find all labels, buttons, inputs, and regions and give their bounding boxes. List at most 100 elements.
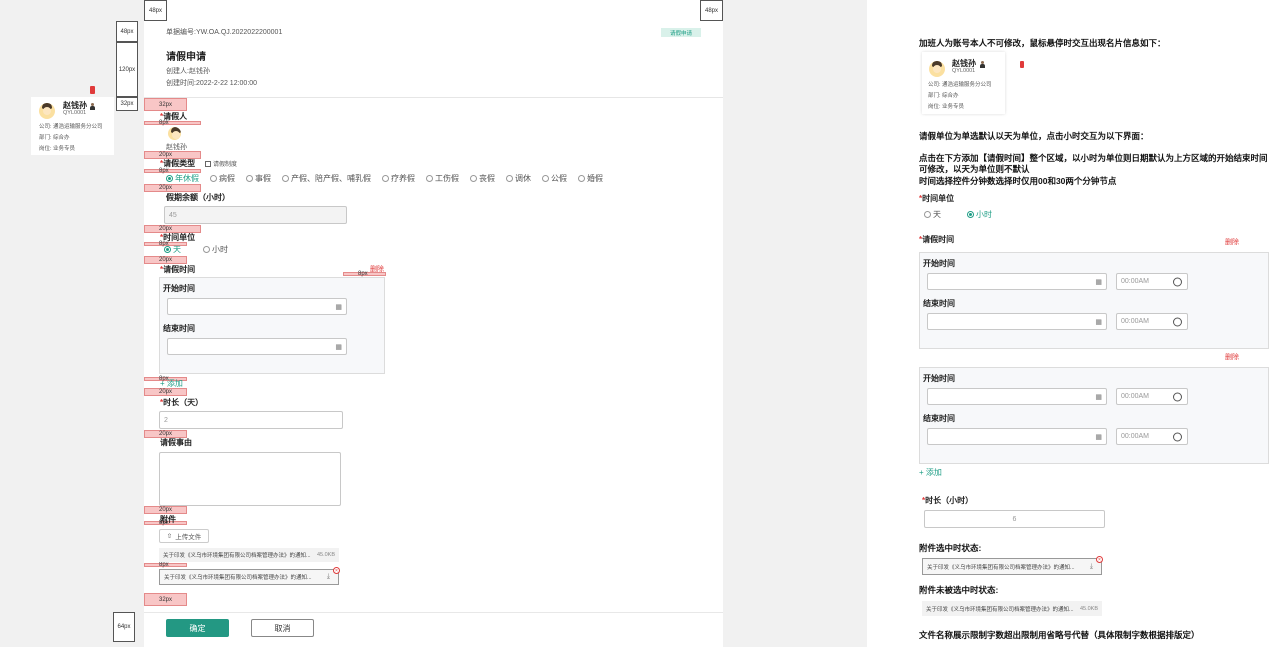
applicant-label: *请假人 — [160, 112, 188, 121]
time-value: 00:00AM — [1121, 278, 1150, 285]
start-date-input[interactable]: ▦ — [927, 273, 1107, 290]
radio-unit-hour[interactable]: 小时 — [203, 244, 228, 255]
start-date-input[interactable]: ▦ — [167, 298, 347, 315]
start-label: 开始时间 — [923, 259, 955, 268]
calendar-icon: ▦ — [1095, 278, 1102, 286]
period-box: 开始时间 ▦ 00:00AM 结束时间 ▦ 00:00AM — [919, 367, 1269, 464]
spacer-marker: 32px — [144, 98, 187, 111]
end-time-input[interactable]: 00:00AM — [1116, 428, 1188, 445]
confirm-button[interactable]: 确定 — [166, 619, 229, 637]
radio-leave-sick[interactable]: 病假 — [210, 173, 235, 184]
created-time: 创建时间:2022-2-22 12:00:00 — [166, 80, 258, 87]
spacer-marker: 20px — [144, 388, 187, 396]
radio-leave-bereavement[interactable]: 丧假 — [470, 173, 495, 184]
note-heading: 附件未被选中时状态: — [919, 585, 999, 595]
dim-marker: 48px — [116, 21, 138, 42]
note-heading: 点击在下方添加【请假时间】整个区域，以小时为单位则日期默认为上方区域的开始结束时… — [919, 153, 1268, 174]
person-icon — [89, 103, 96, 111]
clock-icon — [1173, 392, 1182, 401]
time-value: 00:00AM — [1121, 318, 1150, 325]
file-name: 关于印发《义乌市环境集团有限公司档案管理办法》的通知... — [164, 575, 312, 581]
cancel-button[interactable]: 取消 — [251, 619, 314, 637]
leave-policy-text: 请假制度 — [213, 162, 238, 168]
note-heading: 附件选中时状态: — [919, 543, 982, 553]
calendar-icon: ▦ — [1095, 393, 1102, 401]
attachment-label: 附件 — [160, 515, 176, 524]
radio-leave-maternity[interactable]: 产假、陪产假、哺乳假 — [282, 173, 371, 184]
file-name: 关于印发《义乌市环境集团有限公司档案管理办法》的通知... — [926, 606, 1074, 613]
file-name: 关于印发《义乌市环境集团有限公司档案管理办法》的通知... — [163, 553, 311, 559]
add-period-link[interactable]: + 添加 — [160, 378, 183, 389]
note-heading: 请假单位为单选默认以天为单位，点击小时交互为以下界面： — [919, 131, 1149, 141]
radio-unit-hour[interactable]: 小时 — [967, 209, 992, 220]
radio-leave-personal[interactable]: 事假 — [246, 173, 271, 184]
duration-field[interactable]: 2 — [159, 411, 343, 429]
card-company: 公司: 通浩运输服务分公司 — [928, 82, 992, 88]
card-company: 公司: 通浩运输服务分公司 — [39, 124, 103, 130]
spacer-marker: 32px — [144, 593, 187, 606]
radio-unit-day[interactable]: 天 — [924, 209, 941, 220]
unit-label: *时间单位 — [160, 233, 196, 242]
radio-leave-official[interactable]: 公假 — [542, 173, 567, 184]
end-date-input[interactable]: ▦ — [927, 428, 1107, 445]
start-time-input[interactable]: 00:00AM — [1116, 273, 1188, 290]
start-time-input[interactable]: 00:00AM — [1116, 388, 1188, 405]
file-item-selected[interactable]: 关于印发《义乌市环境集团有限公司档案管理办法》的通知... ⤓ — [159, 569, 339, 585]
start-date-input[interactable]: ▦ — [927, 388, 1107, 405]
file-item-selected[interactable]: 关于印发《义乌市环境集团有限公司档案管理办法》的通知... ⤓ — [922, 558, 1102, 575]
end-label: 结束时间 — [163, 324, 195, 333]
calendar-icon: ▦ — [1095, 433, 1102, 441]
download-icon[interactable]: ⤓ — [1090, 563, 1093, 571]
radio-unit-day[interactable]: 天 — [164, 244, 181, 255]
profile-card: 赵钱孙 QYL0001 公司: 通浩运输服务分公司 部门: 综合办 岗位: 业务… — [31, 97, 114, 155]
spacer-marker: 20px — [144, 506, 187, 514]
delete-link[interactable]: 删除 — [370, 264, 384, 274]
delete-link[interactable]: 删除 — [1225, 352, 1239, 362]
reason-textarea[interactable] — [159, 452, 341, 506]
remove-file-icon[interactable]: × — [333, 567, 340, 574]
radio-leave-injury[interactable]: 工伤假 — [426, 173, 459, 184]
time-value: 00:00AM — [1121, 393, 1150, 400]
avatar — [39, 103, 55, 119]
dim-marker: 48px — [700, 0, 723, 21]
end-date-input[interactable]: ▦ — [927, 313, 1107, 330]
period-label: *请假时间 — [919, 235, 955, 244]
end-date-input[interactable]: ▦ — [167, 338, 347, 355]
avatar — [929, 61, 945, 77]
spacer-marker: 8px — [144, 562, 187, 568]
end-time-input[interactable]: 00:00AM — [1116, 313, 1188, 330]
reason-label: 请假事由 — [160, 438, 192, 447]
footer-bar — [144, 612, 723, 647]
radio-leave-convalescent[interactable]: 疗养假 — [382, 173, 415, 184]
balance-field: 45 — [164, 206, 347, 224]
page-title: 请假申请 — [166, 52, 206, 63]
download-icon[interactable]: ⤓ — [327, 573, 330, 581]
file-name: 关于印发《义乌市环境集团有限公司档案管理办法》的通知... — [927, 564, 1075, 571]
leave-policy-link[interactable]: 请假制度 — [205, 159, 237, 168]
calendar-icon: ▦ — [1095, 318, 1102, 326]
file-item[interactable]: 关于印发《义乌市环境集团有限公司档案管理办法》的通知... 45.0KB — [159, 548, 339, 562]
radio-leave-marriage[interactable]: 婚假 — [578, 173, 603, 184]
note-heading: 时间选择控件分钟数选择时仅用00和30两个分钟节点 — [919, 176, 1117, 186]
start-label: 开始时间 — [163, 284, 195, 293]
time-value: 00:00AM — [1121, 433, 1150, 440]
upload-button[interactable]: ⇧ 上传文件 — [159, 529, 209, 543]
dim-marker: 120px — [116, 42, 138, 97]
creator: 创建人:赵钱孙 — [166, 68, 210, 75]
card-dept: 部门: 综合办 — [39, 135, 70, 141]
clock-icon — [1173, 277, 1182, 286]
calendar-icon: ▦ — [335, 343, 342, 351]
file-item[interactable]: 关于印发《义乌市环境集团有限公司档案管理办法》的通知... 45.0KB — [922, 601, 1102, 616]
spacer-marker: 20px — [144, 256, 187, 264]
delete-link[interactable]: 删除 — [1225, 237, 1239, 247]
duration-field[interactable]: 6 — [924, 510, 1105, 528]
period-box: 开始时间 ▦ 结束时间 ▦ — [159, 277, 385, 374]
balance-label: 假期余额（小时） — [166, 193, 230, 202]
card-post: 岗位: 业务专员 — [39, 146, 76, 152]
radio-leave-annual[interactable]: 年休假 — [166, 173, 199, 184]
add-period-link[interactable]: + 添加 — [919, 467, 942, 478]
radio-leave-compensatory[interactable]: 调休 — [506, 173, 531, 184]
remove-file-icon[interactable]: × — [1096, 556, 1103, 563]
unit-group: 天 小时 — [164, 244, 239, 255]
duration-label: *时长（小时） — [922, 496, 974, 505]
